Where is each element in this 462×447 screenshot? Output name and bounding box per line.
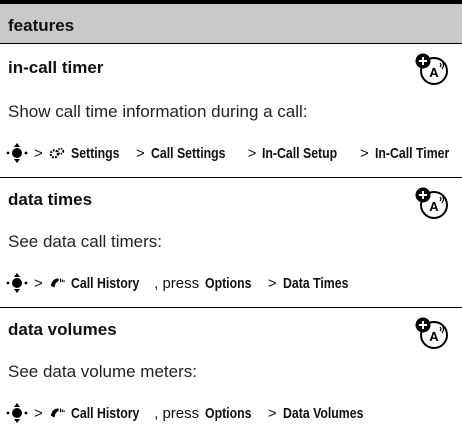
menu-item-data-volumes: Data Volumes bbox=[282, 404, 364, 422]
nav-key-icon bbox=[6, 143, 28, 163]
path-separator: > bbox=[267, 404, 277, 422]
section-title: data times bbox=[8, 190, 93, 209]
menu-item-options: Options bbox=[205, 274, 252, 292]
menu-item-in-call-setup: In-Call Setup bbox=[262, 144, 338, 162]
settings-icon bbox=[49, 147, 64, 159]
menu-item-data-times: Data Times bbox=[282, 274, 348, 292]
menu-item-in-call-timer: In-Call Timer bbox=[374, 144, 450, 162]
features-header: features bbox=[0, 4, 462, 44]
path-separator: > bbox=[34, 404, 43, 422]
menu-item-settings: Settings bbox=[70, 144, 120, 162]
svg-text:A: A bbox=[429, 329, 439, 344]
section-data-volumes: data volumes A See data volume meters: >… bbox=[0, 308, 462, 447]
manual-page: features in-call timer A Show call time … bbox=[0, 0, 462, 447]
menu-item-call-settings: Call Settings bbox=[150, 144, 226, 162]
network-feature-icon: A bbox=[415, 53, 448, 85]
path-separator: > bbox=[267, 274, 277, 292]
section-description: See data volume meters: bbox=[8, 362, 197, 381]
path-separator: > bbox=[34, 144, 43, 162]
menu-item-call-history: Call History bbox=[70, 274, 140, 292]
call-history-icon bbox=[50, 408, 65, 418]
nav-key-icon bbox=[6, 273, 28, 293]
menu-path: > Call History , press Options > Data Vo… bbox=[6, 402, 381, 424]
call-history-icon bbox=[50, 278, 65, 288]
menu-path: > Call History , press Options > Data Ti… bbox=[6, 272, 362, 294]
path-separator: > bbox=[247, 144, 257, 162]
section-description: See data call timers: bbox=[8, 232, 163, 251]
nav-key-icon bbox=[6, 403, 28, 423]
press-text: , press bbox=[154, 274, 200, 292]
section-title: in-call timer bbox=[8, 58, 104, 77]
section-description: Show call time information during a call… bbox=[8, 102, 308, 121]
path-separator: > bbox=[360, 144, 369, 162]
section-data-times: data times A See data call timers: > Cal… bbox=[0, 178, 462, 308]
section-in-call-timer: in-call timer A Show call time informati… bbox=[0, 44, 462, 178]
path-separator: > bbox=[135, 144, 145, 162]
svg-text:A: A bbox=[429, 199, 439, 214]
menu-path: > Settings > Call Settings > In-Call Set… bbox=[6, 142, 462, 164]
network-feature-icon: A bbox=[415, 187, 448, 219]
press-text: , press bbox=[154, 404, 200, 422]
svg-text:A: A bbox=[429, 65, 439, 80]
path-separator: > bbox=[34, 274, 43, 292]
network-feature-icon: A bbox=[415, 317, 448, 349]
menu-item-options: Options bbox=[205, 404, 252, 422]
menu-item-call-history: Call History bbox=[70, 404, 140, 422]
header-title: features bbox=[8, 16, 75, 35]
section-title: data volumes bbox=[8, 320, 117, 339]
